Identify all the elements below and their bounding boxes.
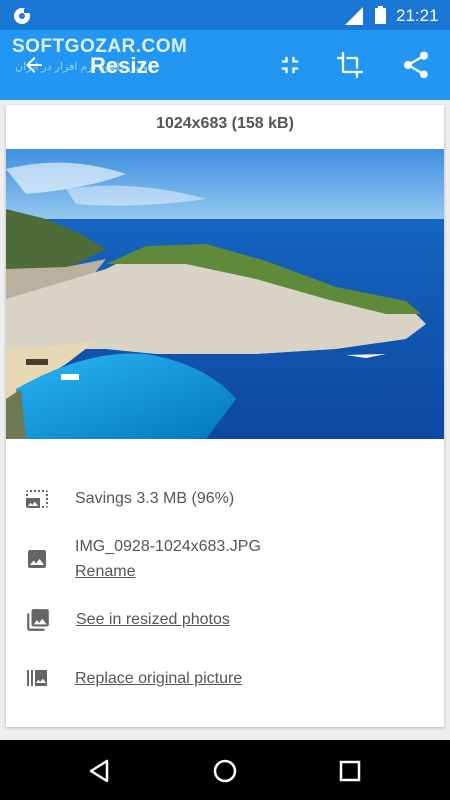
resized-photo <box>6 149 444 439</box>
result-card: 1024x683 (158 kB) Savings 3.3 MB (96%) I… <box>6 105 444 727</box>
image-dimensions: 1024x683 (158 kB) <box>156 115 294 132</box>
recents-square-icon[interactable] <box>337 758 363 784</box>
compress-icon[interactable] <box>276 51 304 79</box>
status-bar: 21:21 <box>0 0 450 30</box>
rename-link[interactable]: Rename <box>75 563 135 581</box>
see-resized-link[interactable]: See in resized photos <box>76 611 230 629</box>
file-name: IMG_0928-1024x683.JPG <box>75 538 261 555</box>
app-bar: SOFTGOZAR.COM اولین دانلود نرم افزار در … <box>0 30 450 100</box>
battery-icon <box>375 6 386 24</box>
back-arrow-icon[interactable] <box>22 53 46 77</box>
photo-size-select-icon <box>26 490 48 508</box>
page-title: Resize <box>90 53 160 78</box>
share-icon[interactable] <box>400 49 432 81</box>
photo-album-replace-icon <box>27 670 47 686</box>
crop-icon[interactable] <box>336 51 364 79</box>
status-time: 21:21 <box>396 6 439 25</box>
image-icon <box>28 550 46 568</box>
photo-library-icon <box>27 609 49 631</box>
back-triangle-icon[interactable] <box>87 758 113 784</box>
savings-text: Savings 3.3 MB (96%) <box>75 490 235 507</box>
replace-original-link[interactable]: Replace original picture <box>75 670 242 688</box>
home-circle-icon[interactable] <box>212 758 238 784</box>
system-nav-bar <box>0 740 450 800</box>
signal-icon <box>345 7 363 25</box>
notification-icon <box>14 8 30 24</box>
